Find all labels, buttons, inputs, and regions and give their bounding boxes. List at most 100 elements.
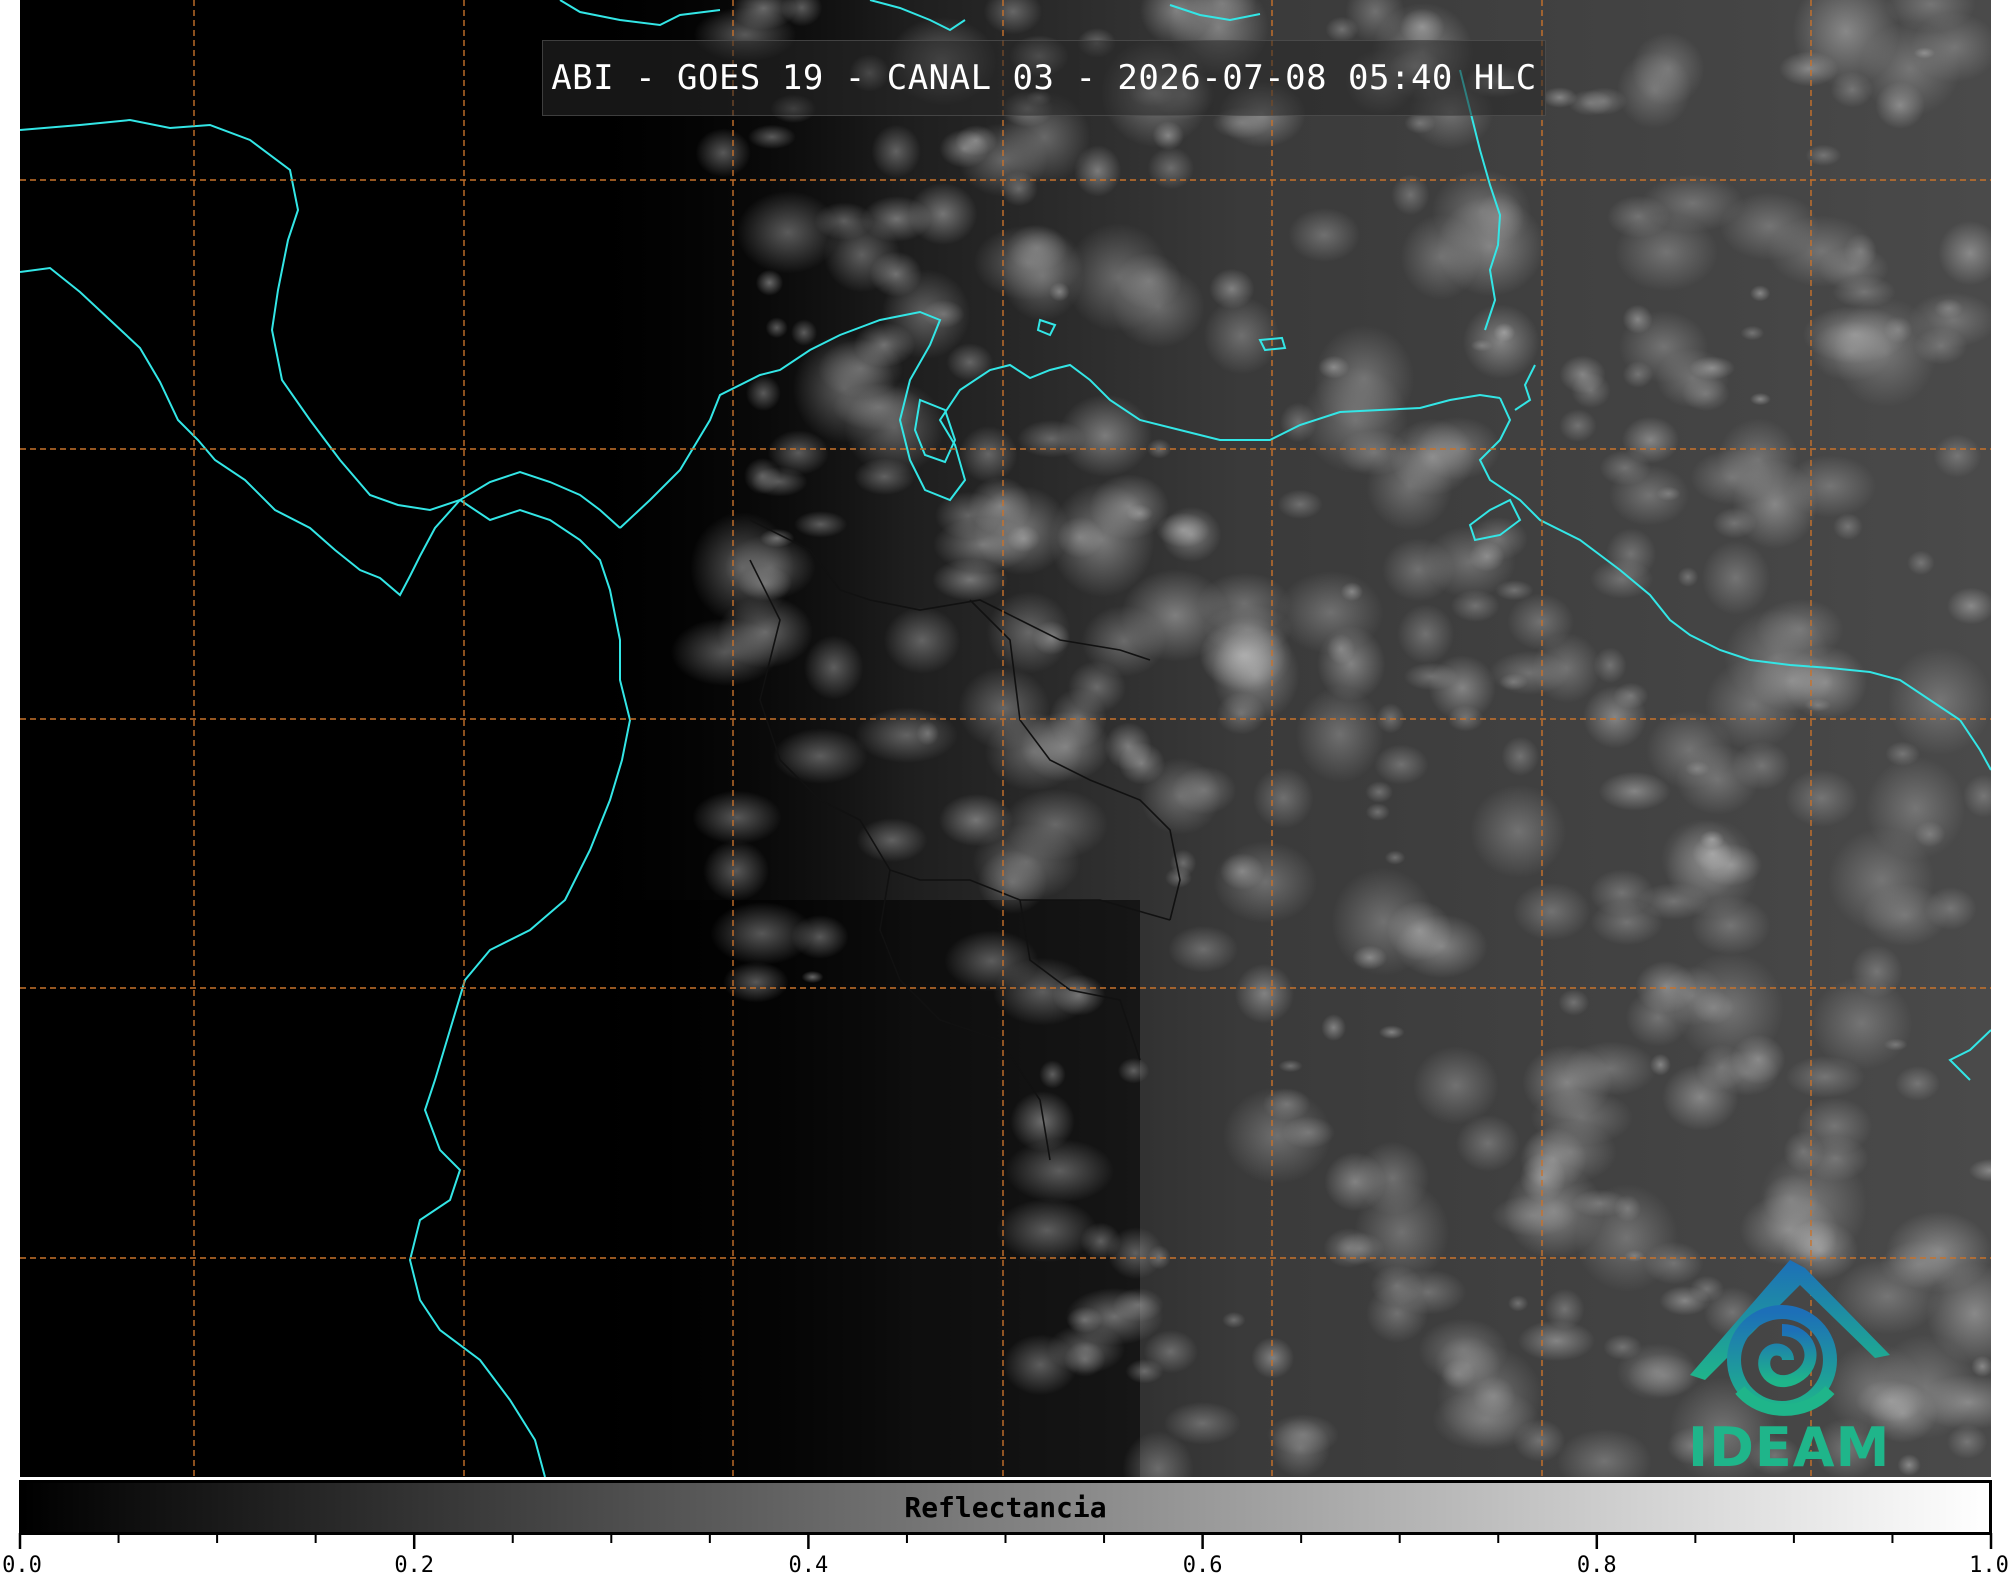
cloud-patch	[1269, 1418, 1331, 1477]
cloud-patch	[1501, 736, 1540, 777]
cloud-patch	[883, 607, 961, 674]
cloud-patch	[1039, 1060, 1066, 1089]
cloud-patch	[1933, 434, 1982, 478]
cloud-patch	[1491, 1194, 1575, 1237]
cloud-patch	[1000, 171, 1038, 207]
cloud-patch	[1907, 550, 1935, 575]
colorbar-tick-label: 0.8	[1576, 1553, 1617, 1578]
cloud-patch	[1118, 742, 1165, 785]
cloud-patch	[1147, 146, 1195, 190]
cloud-patch	[1152, 121, 1184, 151]
cloud-patch	[1844, 233, 1878, 270]
cloud-patch	[938, 793, 1014, 847]
cloud-patch	[1568, 89, 1613, 116]
cloud-patch	[1288, 207, 1360, 263]
colorbar-tick-label: 0.2	[394, 1553, 435, 1578]
cloud-patch	[1374, 744, 1429, 785]
cloud-patch	[1065, 1287, 1164, 1346]
cloud-patch	[1428, 655, 1497, 721]
cloud-patch	[968, 476, 1032, 536]
cloud-patch	[1750, 285, 1771, 302]
cloud-patch	[1296, 686, 1384, 783]
cloud-patch	[1117, 1057, 1150, 1084]
cloud-patch	[1784, 769, 1859, 827]
cloud-patch	[765, 317, 788, 339]
cloud-patch	[1370, 1265, 1424, 1307]
cloud-patch	[1470, 339, 1493, 352]
cloud-patch	[772, 728, 868, 784]
cloud-patch	[1887, 647, 1991, 756]
cloud-patch	[1020, 711, 1111, 782]
cloud-patch	[986, 591, 1072, 674]
cloud-patch	[1689, 356, 1735, 380]
cloud-patch	[804, 635, 864, 700]
cloud-patch	[1213, 841, 1318, 923]
cloud-patch	[1802, 305, 1908, 364]
cloud-patch	[1168, 925, 1239, 973]
cloud-patch	[1507, 1295, 1529, 1312]
cloud-patch	[759, 528, 795, 548]
colorbar-tick-label: 0.4	[788, 1553, 829, 1578]
cloud-patch	[1355, 1141, 1430, 1215]
cloud-patch	[748, 124, 796, 150]
cloud-patch	[1559, 355, 1606, 394]
cloud-patch	[1278, 1059, 1303, 1073]
cloud-patch	[1172, 766, 1237, 815]
cloud-patch	[1865, 756, 1966, 860]
cloud-patch	[1583, 685, 1647, 749]
cloud-patch	[1599, 450, 1651, 486]
cloud-patch	[932, 558, 1008, 601]
title-box: ABI - GOES 19 - CANAL 03 - 2026-07-08 05…	[542, 40, 1546, 116]
cloud-patch	[1631, 32, 1705, 106]
cloud-patch	[801, 970, 824, 984]
cloud-patch	[745, 375, 781, 412]
colorbar-ticks	[18, 1533, 1993, 1549]
cloud-patch	[856, 818, 928, 863]
colorbar-tick-label: 0.6	[1182, 1553, 1223, 1578]
cloud-patch	[871, 124, 921, 178]
cloud-patch	[790, 319, 818, 346]
cloud-patch	[1517, 1320, 1596, 1362]
cloud-patch	[1365, 803, 1390, 821]
cloud-patch	[1125, 1359, 1164, 1384]
cloud-patch	[1713, 1050, 1780, 1096]
cloud-patch	[1802, 1135, 1869, 1182]
cloud-patch	[1325, 16, 1359, 43]
cloud-patch	[1895, 1066, 1941, 1101]
cloud-patch	[1785, 1056, 1865, 1098]
cloud-patch	[1017, 420, 1086, 458]
cloud-patch	[1712, 507, 1757, 539]
colorbar-tick-label: 1.0	[1969, 1553, 2009, 1578]
cloud-patch	[1677, 566, 1699, 588]
cloud-patch	[939, 129, 990, 168]
cloud-patch	[1387, 900, 1453, 961]
cloud-patch	[1833, 513, 1863, 541]
cloud-patch	[1277, 489, 1323, 519]
cloud-patch	[1749, 392, 1771, 406]
cloud-patch	[1384, 850, 1406, 865]
cloud-patch	[1389, 418, 1476, 496]
cloud-patch	[1397, 604, 1454, 664]
cloud-patch	[1493, 323, 1516, 342]
cloud-patch	[1699, 830, 1725, 849]
cloud-patch	[1365, 781, 1393, 803]
cloud-patch	[1590, 559, 1654, 599]
cloud-patch	[1883, 1038, 1908, 1051]
cloud-patch	[703, 840, 769, 902]
cloud-patch	[1005, 1138, 1114, 1203]
colorbar-tick-label: 0.0	[2, 1553, 42, 1578]
cloud-patch	[1740, 325, 1765, 341]
cloud-patch	[1762, 1174, 1819, 1226]
cloud-patch	[1234, 963, 1295, 1024]
cloud-patch	[855, 707, 958, 763]
cloud-patch	[1277, 570, 1384, 654]
cloud-patch	[1067, 660, 1126, 714]
cloud-patch	[1690, 896, 1771, 956]
cloud-patch	[1222, 1311, 1246, 1329]
cloud-patch	[695, 128, 751, 178]
cloud-patch	[1323, 1228, 1374, 1268]
cloud-patch	[1352, 945, 1388, 970]
cloud-patch	[1720, 192, 1819, 261]
cloud-patch	[1321, 1014, 1346, 1042]
cloud-patch	[736, 191, 840, 274]
